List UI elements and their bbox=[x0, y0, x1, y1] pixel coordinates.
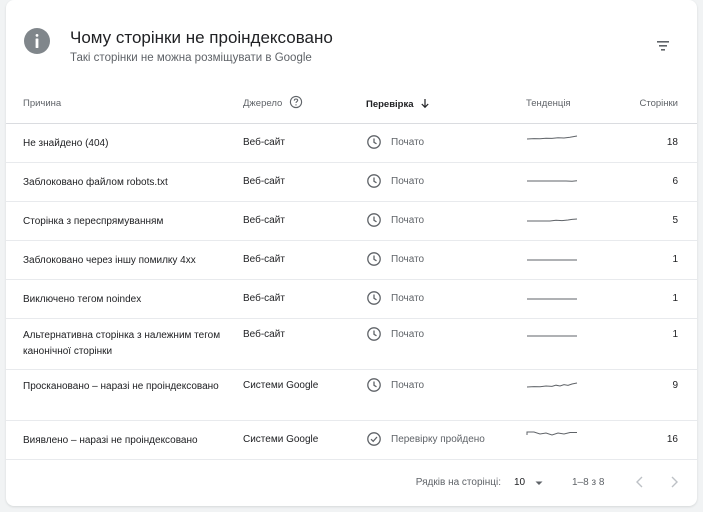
dropdown-arrow-icon bbox=[535, 481, 543, 485]
card-header: Чому сторінки не проіндексовано Такі сто… bbox=[22, 24, 681, 72]
clock-icon bbox=[367, 174, 381, 188]
table-row[interactable]: Виявлено – наразі не проіндексовано Сист… bbox=[6, 421, 697, 460]
pages-count: 5 bbox=[672, 215, 678, 226]
table-header: Причина Джерело Перевірка Тенденція Стор… bbox=[6, 86, 697, 124]
column-header-trend: Тенденція bbox=[526, 98, 571, 109]
reason-cell: Виключено тегом noindex bbox=[23, 294, 142, 305]
source-cell: Веб-сайт bbox=[243, 329, 285, 340]
pagination-footer: Рядків на сторінці: 10 1–8 з 8 bbox=[6, 466, 697, 506]
pages-count: 9 bbox=[672, 380, 678, 391]
column-header-pages-label: Сторінки bbox=[639, 98, 679, 109]
table-row[interactable]: Заблоковано через іншу помилку 4xx Веб-с… bbox=[6, 241, 697, 280]
validation-status-text: Почато bbox=[391, 329, 425, 340]
column-header-pages[interactable]: Сторінки bbox=[640, 98, 679, 109]
table-row[interactable]: Заблоковано файлом robots.txt Веб-сайт П… bbox=[6, 163, 697, 202]
validation-status-text: Почато bbox=[391, 215, 425, 226]
validation-status-text: Почато bbox=[391, 137, 425, 148]
column-header-source[interactable]: Джерело bbox=[243, 95, 303, 109]
trend-sparkline bbox=[526, 288, 578, 305]
reason-cell: Альтернативна сторінка з належним тегом … bbox=[23, 330, 221, 357]
filter-icon bbox=[657, 41, 669, 51]
column-header-source-label: Джерело bbox=[243, 98, 283, 109]
help-icon[interactable] bbox=[289, 95, 303, 109]
validation-status-text: Почато bbox=[391, 293, 425, 304]
reason-cell: Виявлено – наразі не проіндексовано bbox=[23, 435, 198, 446]
info-icon bbox=[24, 28, 50, 54]
source-cell: Веб-сайт bbox=[243, 293, 285, 304]
trend-sparkline bbox=[526, 249, 578, 266]
column-header-reason-label: Причина bbox=[23, 98, 62, 109]
trend-sparkline bbox=[526, 171, 578, 188]
sort-down-arrow-icon bbox=[421, 99, 429, 109]
source-cell: Системи Google bbox=[243, 434, 319, 445]
clock-icon bbox=[367, 327, 381, 341]
clock-icon bbox=[367, 213, 381, 227]
reason-cell: Проскановано – наразі не проіндексовано bbox=[23, 381, 219, 392]
clock-icon bbox=[367, 378, 381, 392]
previous-page-button[interactable] bbox=[628, 470, 652, 494]
column-header-reason[interactable]: Причина bbox=[23, 98, 61, 109]
trend-sparkline bbox=[526, 325, 578, 342]
rows-per-page-label: Рядків на сторінці: bbox=[415, 477, 501, 488]
source-cell: Веб-сайт bbox=[243, 176, 285, 187]
table-row[interactable]: Виключено тегом noindex Веб-сайт Почато … bbox=[6, 280, 697, 319]
reason-cell: Заблоковано файлом robots.txt bbox=[23, 177, 168, 188]
clock-icon bbox=[367, 135, 381, 149]
source-cell: Веб-сайт bbox=[243, 215, 285, 226]
validation-status-text: Почато bbox=[391, 176, 425, 187]
validation-status-text: Почато bbox=[391, 254, 425, 265]
column-header-validation-label: Перевірка bbox=[366, 99, 414, 110]
reason-cell: Не знайдено (404) bbox=[23, 138, 109, 149]
clock-icon bbox=[367, 252, 381, 266]
next-page-button[interactable] bbox=[662, 470, 686, 494]
table-row[interactable]: Сторінка з переспрямуванням Веб-сайт Поч… bbox=[6, 202, 697, 241]
table-row[interactable]: Проскановано – наразі не проіндексовано … bbox=[6, 370, 697, 421]
trend-sparkline bbox=[526, 131, 578, 148]
table-row[interactable]: Альтернативна сторінка з належним тегом … bbox=[6, 319, 697, 370]
pagination-range: 1–8 з 8 bbox=[572, 477, 605, 488]
pages-count: 18 bbox=[666, 137, 678, 148]
chevron-left-icon bbox=[636, 476, 643, 488]
pages-count: 1 bbox=[672, 254, 678, 265]
table-row[interactable]: Не знайдено (404) Веб-сайт Почато 18 bbox=[6, 124, 697, 163]
rows-per-page-select[interactable]: 10 bbox=[512, 472, 548, 494]
validation-status-text: Почато bbox=[391, 380, 425, 391]
chevron-right-icon bbox=[671, 476, 678, 488]
trend-sparkline bbox=[526, 210, 578, 227]
card-title: Чому сторінки не проіндексовано bbox=[70, 28, 333, 47]
rows-per-page-value: 10 bbox=[514, 477, 526, 488]
card-subtitle: Такі сторінки не можна розміщувати в Goo… bbox=[70, 52, 312, 64]
source-cell: Веб-сайт bbox=[243, 137, 285, 148]
column-header-validation[interactable]: Перевірка bbox=[366, 98, 430, 110]
filter-button[interactable] bbox=[649, 32, 677, 60]
trend-sparkline bbox=[526, 427, 578, 444]
pages-count: 1 bbox=[672, 293, 678, 304]
not-indexed-card: Чому сторінки не проіндексовано Такі сто… bbox=[6, 0, 697, 506]
clock-icon bbox=[367, 291, 381, 305]
reason-cell: Заблоковано через іншу помилку 4xx bbox=[23, 255, 196, 266]
source-cell: Веб-сайт bbox=[243, 254, 285, 265]
reason-cell: Сторінка з переспрямуванням bbox=[23, 216, 164, 227]
trend-sparkline bbox=[526, 376, 578, 393]
source-cell: Системи Google bbox=[243, 380, 319, 391]
check-circle-icon bbox=[367, 432, 381, 446]
pages-count: 1 bbox=[672, 329, 678, 340]
pages-count: 16 bbox=[666, 434, 678, 445]
pages-count: 6 bbox=[672, 176, 678, 187]
column-header-trend-label: Тенденція bbox=[526, 98, 571, 109]
validation-status-text: Перевірку пройдено bbox=[391, 434, 485, 445]
